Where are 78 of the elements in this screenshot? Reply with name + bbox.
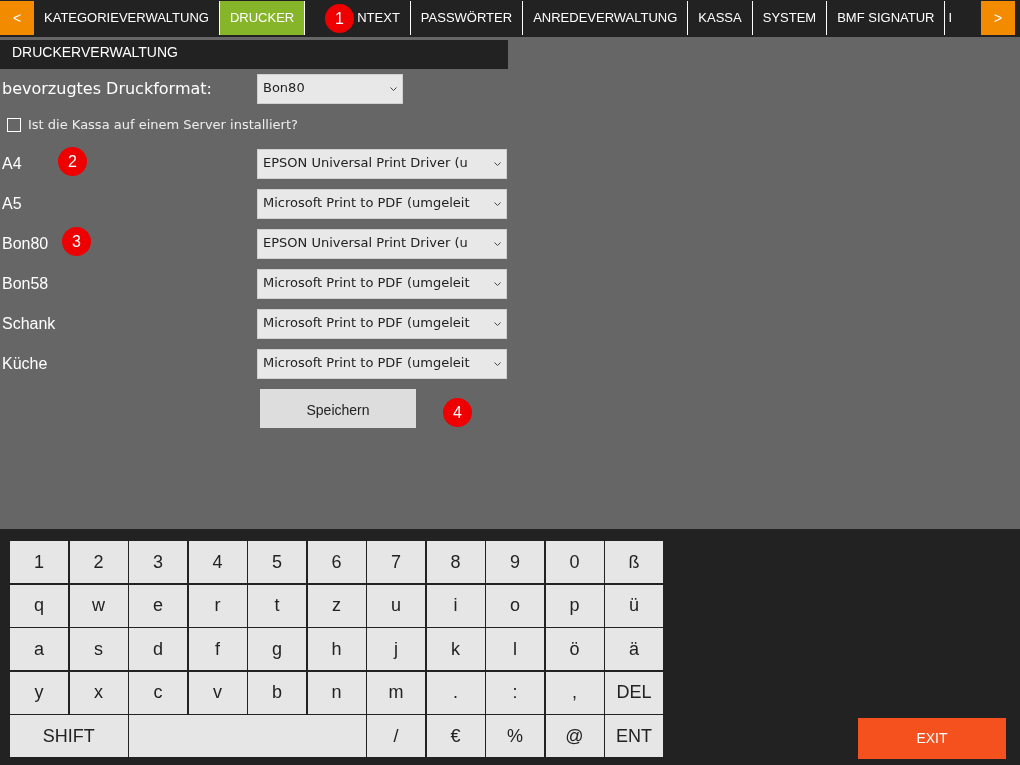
annotation-marker: 4 [443,398,472,427]
dropdown-chevron-icon [494,362,501,366]
field-label: Bon58 [2,275,49,292]
field-label: Bon80 [2,235,49,252]
field-label: Küche [2,355,48,372]
keyboard-key[interactable]: i [426,584,485,627]
keyboard-key[interactable]: n [307,671,366,714]
keyboard-key[interactable]: , [545,671,604,714]
checkbox-label: Ist die Kassa auf einem Server installiert? [28,115,298,134]
keyboard-key[interactable]: 6 [307,541,366,583]
keyboard-key[interactable]: ö [545,628,604,670]
field-label: Schank [2,315,56,332]
keyboard-key[interactable]: 5 [248,541,306,583]
keyboard-key[interactable]: y [10,671,68,714]
annotation-marker: 3 [62,227,91,256]
keyboard-key[interactable]: DEL [605,671,663,714]
dropdown[interactable]: Microsoft Print to PDF (umgeleit [257,349,507,379]
keyboard-key[interactable]: SHIFT [10,715,128,757]
keyboard-key[interactable]: c [129,671,187,714]
dropdown-chevron-icon [494,162,501,166]
keyboard-key[interactable]: 9 [486,541,544,583]
dropdown[interactable]: Microsoft Print to PDF (umgeleit [257,189,507,219]
keyboard-key[interactable]: w [69,584,128,627]
keyboard-key[interactable]: @ [545,715,604,757]
keyboard-key[interactable]: j [367,628,425,670]
keyboard-key[interactable]: % [486,715,544,757]
annotation-marker: 2 [58,147,87,176]
dropdown-chevron-icon [494,242,501,246]
keyboard-key[interactable]: a [10,628,68,670]
keyboard-key[interactable]: o [486,584,544,627]
keyboard-key[interactable]: : [486,671,544,714]
keyboard-key[interactable]: p [545,584,604,627]
keyboard-key[interactable]: 8 [426,541,485,583]
keyboard-key[interactable]: m [367,671,425,714]
keyboard-key[interactable]: r [188,584,247,627]
keyboard-key[interactable]: d [129,628,187,670]
dropdown[interactable]: Bon80 [257,74,403,104]
keyboard-key[interactable]: 2 [69,541,128,583]
keyboard-key[interactable]: e [129,584,187,627]
field-label: A5 [2,195,22,212]
checkbox[interactable] [7,117,21,132]
dropdown-chevron-icon [494,322,501,326]
dropdown-chevron-icon [390,87,397,91]
keyboard-key[interactable]: u [367,584,425,627]
keyboard-key[interactable]: ENT [605,715,663,757]
keyboard-key[interactable]: ü [605,584,663,627]
keyboard-key[interactable]: . [426,671,485,714]
keyboard-key[interactable]: ß [605,541,663,583]
keyboard-key[interactable]: q [10,584,68,627]
keyboard-key[interactable]: f [188,628,247,670]
keyboard-key[interactable]: g [248,628,306,670]
field-label: A4 [2,155,22,172]
keyboard-key[interactable]: € [426,715,485,757]
keyboard-key[interactable]: h [307,628,366,670]
keyboard-key[interactable]: 0 [545,541,604,583]
dropdown[interactable]: EPSON Universal Print Driver (u [257,229,507,259]
keyboard-key[interactable]: v [188,671,247,714]
dropdown[interactable]: Microsoft Print to PDF (umgeleit [257,309,507,339]
save-button[interactable]: Speichern [260,389,416,428]
keyboard-key[interactable]: z [307,584,366,627]
keyboard-key[interactable]: 7 [367,541,425,583]
panel-title: DRUCKERVERWALTUNG [0,40,508,69]
keyboard-key[interactable]: 3 [129,541,187,583]
keyboard-key[interactable]: t [248,584,306,627]
keyboard-key[interactable]: 4 [188,541,247,583]
keyboard-key[interactable]: ä [605,628,663,670]
keyboard-key[interactable]: / [367,715,425,757]
field-label: bevorzugtes Druckformat: [2,79,212,98]
dropdown[interactable]: EPSON Universal Print Driver (u [257,149,507,179]
dropdown[interactable]: Microsoft Print to PDF (umgeleit [257,269,507,299]
keyboard-key[interactable]: s [69,628,128,670]
keyboard-key[interactable]: l [486,628,544,670]
dropdown-chevron-icon [494,282,501,286]
keyboard-key[interactable]: k [426,628,485,670]
keyboard-key[interactable]: b [248,671,306,714]
keyboard-key[interactable]: x [69,671,128,714]
keyboard-key[interactable]: 1 [10,541,68,583]
dropdown-chevron-icon [494,202,501,206]
